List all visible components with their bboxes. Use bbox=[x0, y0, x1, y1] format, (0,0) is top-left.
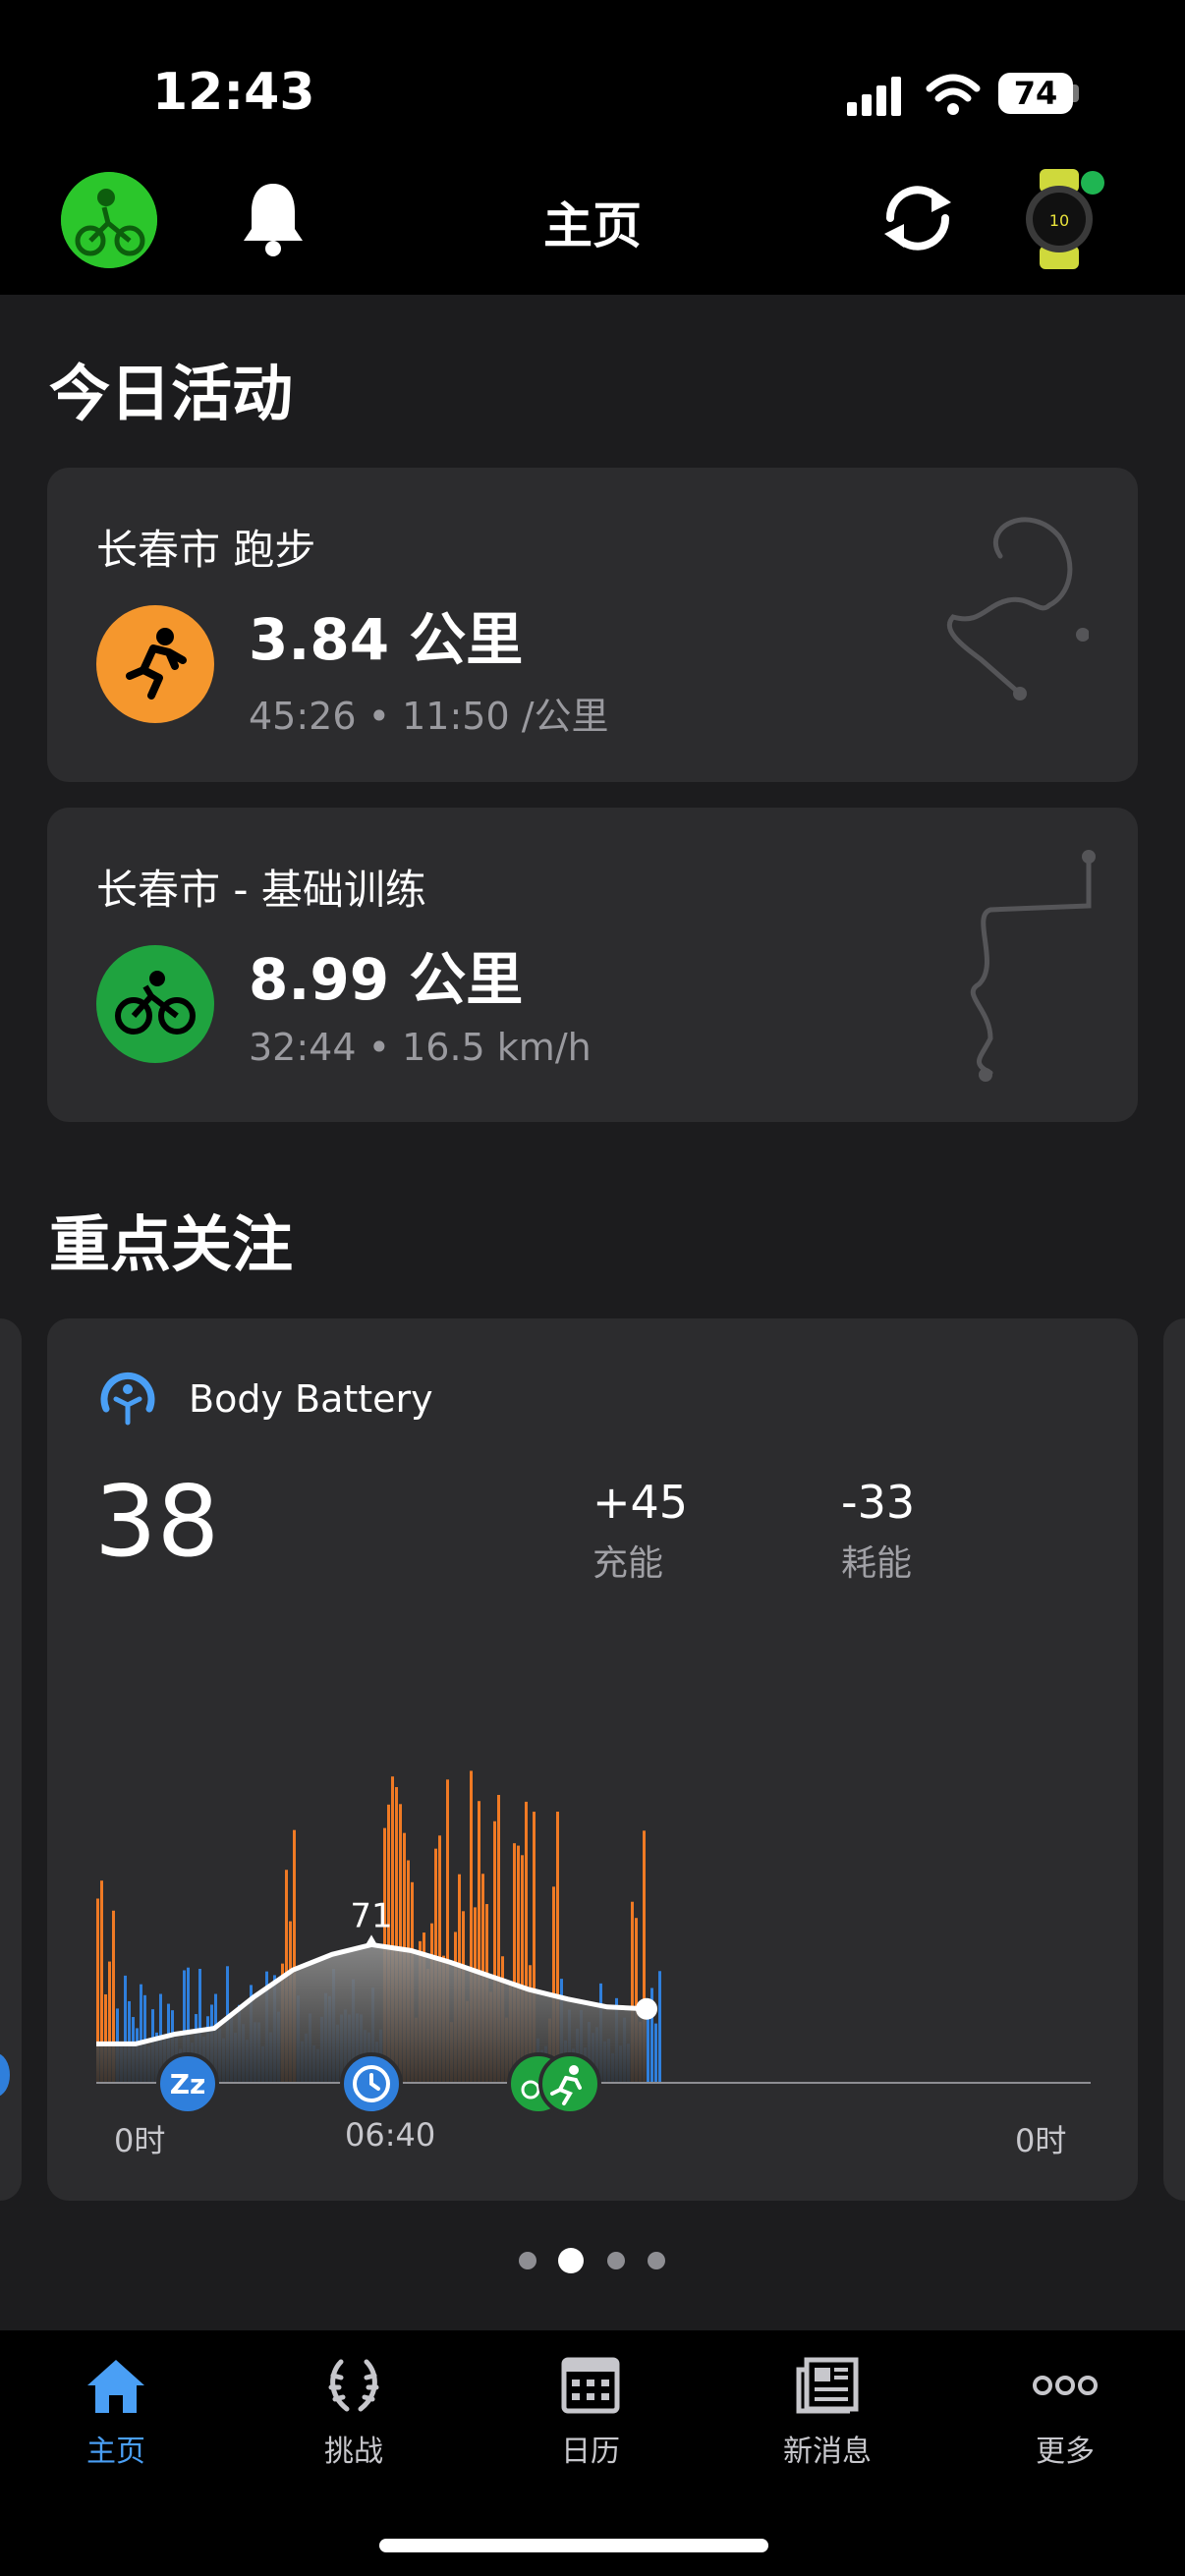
nav-item-calendar[interactable]: 日历 bbox=[512, 2356, 669, 2470]
nav-item-news[interactable]: 新消息 bbox=[749, 2356, 906, 2470]
route-map-bike bbox=[970, 850, 1096, 1082]
x-axis-label-mid: 06:40 bbox=[345, 2116, 436, 2154]
body-battery-chart: 71 Zz bbox=[96, 1770, 1091, 2115]
nav-label-home: 主页 bbox=[86, 2435, 145, 2469]
clock-event-icon bbox=[340, 2052, 403, 2115]
battery-tip bbox=[1073, 84, 1079, 102]
pager-dot-2-active[interactable] bbox=[558, 2248, 584, 2273]
activity-card-run[interactable]: 长春市 跑步 3.84 公里 45:26 • 11:50 /公里 bbox=[47, 468, 1138, 782]
page-title: 主页 bbox=[543, 197, 642, 254]
nav-item-home[interactable]: 主页 bbox=[37, 2356, 195, 2470]
activity-pace: 11:50 /公里 bbox=[402, 695, 609, 738]
nav-item-more[interactable]: 更多 bbox=[987, 2356, 1144, 2470]
x-axis-label-start: 0时 bbox=[114, 2122, 166, 2159]
activity-duration: 32:44 bbox=[249, 1026, 357, 1069]
device-connected-badge bbox=[1081, 171, 1104, 195]
activity-title: 长春市 跑步 bbox=[96, 526, 316, 574]
rest-bar bbox=[654, 2023, 657, 2083]
laurel-icon bbox=[328, 2359, 379, 2412]
activity-duration: 45:26 bbox=[249, 695, 357, 738]
section-title-focus: 重点关注 bbox=[49, 1208, 294, 1280]
news-icon bbox=[796, 2357, 859, 2414]
wifi-icon bbox=[926, 74, 981, 115]
current-value-marker bbox=[636, 1997, 657, 2020]
activity-card-bike[interactable]: 长春市 - 基础训练 8.99 公里 32:44 • 16.5 km/h bbox=[47, 808, 1138, 1122]
pager-dot-3[interactable] bbox=[607, 2252, 625, 2269]
cellular-signal-icon bbox=[847, 77, 901, 116]
route-map-run bbox=[946, 517, 1089, 700]
body-battery-card[interactable]: Body Battery 38 +45 充能 -33 耗能 71 Zz 0时 0… bbox=[47, 1318, 1138, 2201]
pager-dot-4[interactable] bbox=[648, 2252, 665, 2269]
nav-label-more: 更多 bbox=[1036, 2435, 1095, 2469]
nav-item-challenges[interactable]: 挑战 bbox=[275, 2356, 432, 2470]
nav-label-calendar: 日历 bbox=[561, 2435, 620, 2469]
run-event-icon bbox=[538, 2052, 601, 2115]
sleep-event-icon: Zz bbox=[156, 2052, 219, 2115]
activity-stats: 32:44 • 16.5 km/h bbox=[249, 1026, 592, 1069]
activity-distance: 3.84 公里 bbox=[249, 606, 524, 673]
sync-icon[interactable] bbox=[878, 181, 957, 255]
pager-dot-1[interactable] bbox=[519, 2252, 536, 2269]
activity-stats: 45:26 • 11:50 /公里 bbox=[249, 686, 609, 740]
peak-marker bbox=[365, 1934, 378, 1947]
nav-label-news: 新消息 bbox=[783, 2435, 872, 2469]
run-icon bbox=[96, 605, 214, 723]
activity-speed: 16.5 km/h bbox=[402, 1026, 592, 1069]
x-axis-label-end: 0时 bbox=[1015, 2122, 1067, 2159]
section-title-today: 今日活动 bbox=[49, 358, 294, 429]
separator-dot: • bbox=[367, 695, 403, 738]
calendar-icon bbox=[561, 2357, 620, 2414]
carousel-next-card[interactable] bbox=[1163, 1318, 1185, 2201]
battery-indicator: 74 bbox=[998, 73, 1073, 114]
bike-icon bbox=[96, 945, 214, 1063]
status-time: 12:43 bbox=[152, 63, 315, 122]
home-icon bbox=[87, 2360, 144, 2413]
svg-text:Zz: Zz bbox=[170, 2068, 206, 2100]
more-icon bbox=[1033, 2376, 1098, 2395]
separator-dot: • bbox=[367, 1026, 403, 1069]
activity-distance: 8.99 公里 bbox=[249, 946, 524, 1013]
rest-bar bbox=[647, 2013, 649, 2083]
peak-label: 71 bbox=[350, 1896, 392, 1935]
activity-title: 长春市 - 基础训练 bbox=[96, 866, 426, 914]
svg-text:10: 10 bbox=[1049, 211, 1069, 230]
home-indicator bbox=[379, 2539, 768, 2552]
nav-label-challenges: 挑战 bbox=[324, 2435, 383, 2469]
rest-bar bbox=[658, 1971, 661, 2083]
